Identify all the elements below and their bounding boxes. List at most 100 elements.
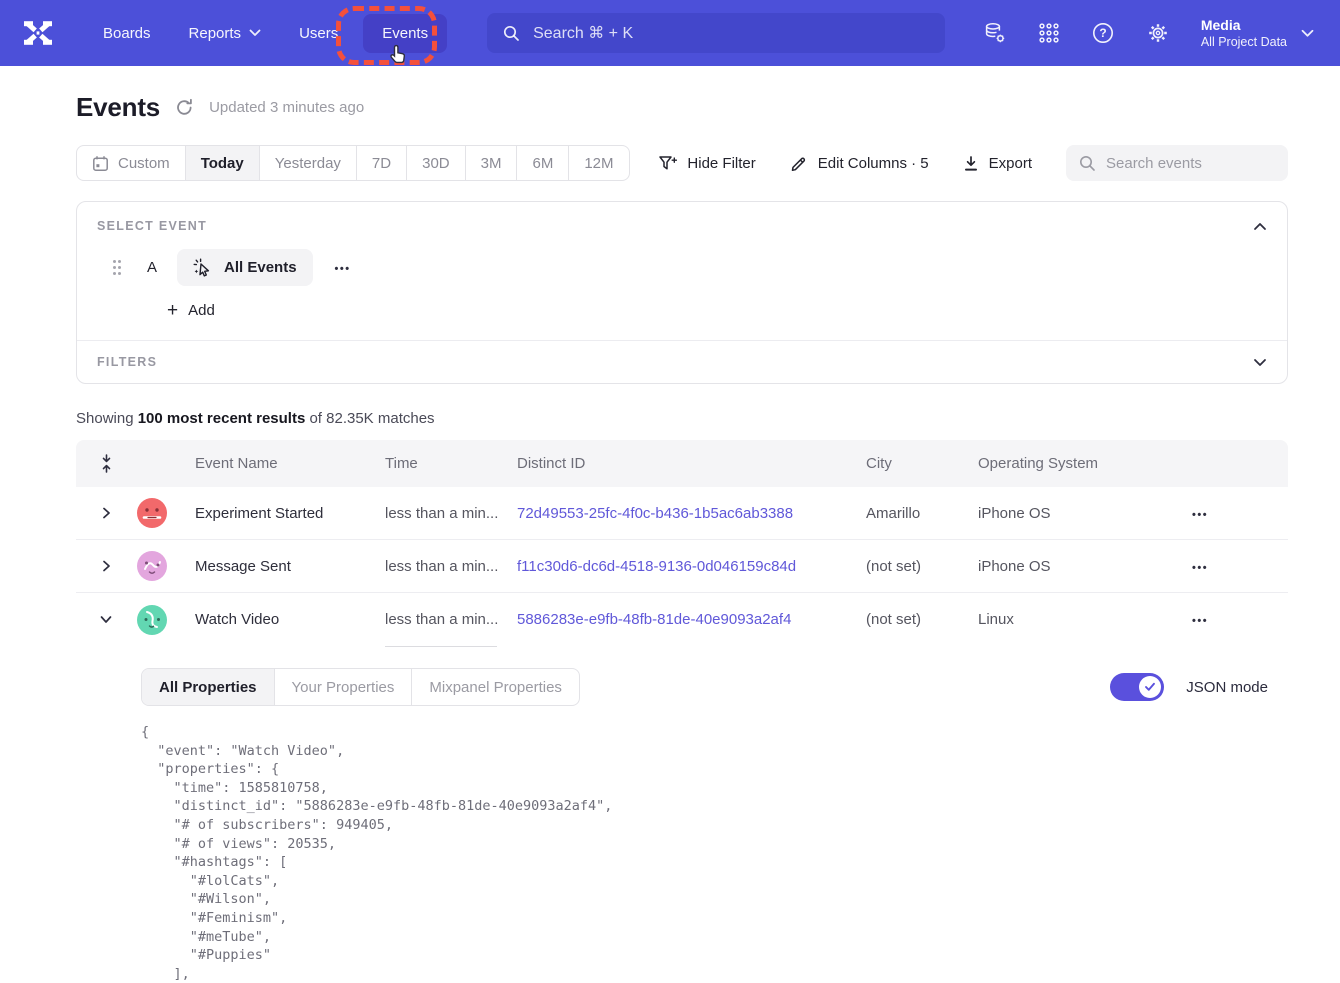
date-option-30d[interactable]: 30D <box>407 146 466 180</box>
nav-item-label: Events <box>382 25 428 42</box>
date-option-custom[interactable]: Custom <box>77 146 186 180</box>
date-option-label: 6M <box>532 155 553 172</box>
collapse-rows-icon[interactable] <box>76 454 136 473</box>
tab-all-properties[interactable]: All Properties <box>142 669 275 705</box>
event-chip-label: All Events <box>224 259 297 276</box>
date-option-label: 3M <box>481 155 502 172</box>
date-option-today[interactable]: Today <box>186 146 260 180</box>
cell-event-name: Message Sent <box>195 558 385 575</box>
column-header-os[interactable]: Operating System <box>978 455 1186 472</box>
time-column-divider <box>385 646 497 647</box>
refresh-icon[interactable] <box>175 98 194 117</box>
mixpanel-logo-icon[interactable] <box>22 18 54 48</box>
help-glyph: ? <box>1099 26 1106 40</box>
export-label: Export <box>989 155 1032 172</box>
date-option-label: 30D <box>422 155 450 172</box>
export-button[interactable]: Export <box>963 155 1032 172</box>
event-sparkle-cursor-icon <box>193 258 213 278</box>
column-header-city[interactable]: City <box>866 455 978 472</box>
cell-city: (not set) <box>866 558 978 575</box>
chevron-right-icon[interactable] <box>76 507 136 519</box>
tab-mixpanel-properties[interactable]: Mixpanel Properties <box>412 669 579 705</box>
chevron-down-icon <box>1301 29 1314 38</box>
cell-distinct-id-link[interactable]: 5886283e-e9fb-48fb-81de-40e9093a2af4 <box>517 611 866 628</box>
table-header-row: Event Name Time Distinct ID City Operati… <box>76 440 1288 487</box>
add-event-label: Add <box>188 302 215 319</box>
event-row-letter: A <box>147 259 157 276</box>
column-header-time[interactable]: Time <box>385 455 517 472</box>
date-option-3m[interactable]: 3M <box>466 146 518 180</box>
global-search-placeholder: Search ⌘ + K <box>533 23 633 43</box>
tab-label: All Properties <box>159 679 257 696</box>
filters-section[interactable]: FILTERS <box>77 340 1287 383</box>
table-row[interactable]: Message Sent less than a min... f11c30d6… <box>76 540 1288 593</box>
table-row[interactable]: Experiment Started less than a min... 72… <box>76 487 1288 540</box>
properties-tabs: All Properties Your Properties Mixpanel … <box>141 668 580 706</box>
page-title: Events <box>76 92 160 123</box>
nav-item-users[interactable]: Users <box>280 14 357 53</box>
plus-icon: + <box>167 301 178 320</box>
query-builder-card: SELECT EVENT A <box>76 201 1288 384</box>
cell-time: less than a min... <box>385 611 517 628</box>
table-row[interactable]: Watch Video less than a min... 5886283e-… <box>76 593 1288 646</box>
tab-your-properties[interactable]: Your Properties <box>275 669 413 705</box>
chevron-down-icon[interactable] <box>76 614 136 625</box>
row-more-button[interactable]: ••• <box>1186 611 1288 628</box>
chevron-right-icon[interactable] <box>76 560 136 572</box>
hide-filter-label: Hide Filter <box>687 155 755 172</box>
date-option-7d[interactable]: 7D <box>357 146 407 180</box>
search-icon <box>1079 155 1096 172</box>
date-option-yesterday[interactable]: Yesterday <box>260 146 357 180</box>
event-more-button[interactable]: ••• <box>335 259 351 277</box>
row-more-button[interactable]: ••• <box>1186 505 1288 522</box>
edit-columns-label: Edit Columns · 5 <box>818 155 929 172</box>
column-header-event-name[interactable]: Event Name <box>195 455 385 472</box>
row-detail-panel: All Properties Your Properties Mixpanel … <box>76 646 1288 983</box>
date-option-6m[interactable]: 6M <box>517 146 569 180</box>
settings-gear-icon[interactable] <box>1146 21 1170 45</box>
chevron-down-icon[interactable] <box>1253 358 1267 367</box>
search-events-input[interactable]: Search events <box>1066 145 1288 181</box>
cell-os: iPhone OS <box>978 505 1186 522</box>
avatar <box>136 550 195 582</box>
date-range-control: Custom Today Yesterday 7D 30D 3M 6M 12M <box>76 145 630 181</box>
add-event-button[interactable]: + Add <box>167 301 215 320</box>
check-icon <box>1144 682 1156 692</box>
help-icon[interactable]: ? <box>1091 21 1115 45</box>
chevron-up-icon[interactable] <box>1253 222 1267 231</box>
results-prefix: Showing <box>76 410 138 427</box>
cell-time: less than a min... <box>385 558 517 575</box>
row-more-button[interactable]: ••• <box>1186 558 1288 575</box>
project-switcher[interactable]: Media All Project Data <box>1201 16 1314 50</box>
cell-distinct-id-link[interactable]: 72d49553-25fc-4f0c-b436-1b5ac6ab3388 <box>517 505 866 522</box>
nav-item-label: Reports <box>189 25 242 42</box>
updated-timestamp: Updated 3 minutes ago <box>209 99 364 116</box>
apps-grid-icon[interactable] <box>1038 22 1060 44</box>
hide-filter-button[interactable]: Hide Filter <box>658 155 755 172</box>
json-mode-toggle[interactable] <box>1110 673 1164 701</box>
tab-label: Your Properties <box>292 679 395 696</box>
download-icon <box>963 155 979 172</box>
nav-item-events[interactable]: Events <box>363 14 447 53</box>
search-events-placeholder: Search events <box>1106 155 1202 172</box>
more-icon: ••• <box>335 263 351 275</box>
column-header-distinct-id[interactable]: Distinct ID <box>517 455 866 472</box>
date-option-label: 12M <box>584 155 613 172</box>
date-option-12m[interactable]: 12M <box>569 146 628 180</box>
cell-os: Linux <box>978 611 1186 628</box>
tab-label: Mixpanel Properties <box>429 679 562 696</box>
project-scope: All Project Data <box>1201 34 1287 50</box>
select-event-section: SELECT EVENT A <box>77 202 1287 340</box>
more-icon: ••• <box>1192 615 1208 627</box>
nav-item-reports[interactable]: Reports <box>170 14 281 53</box>
cell-distinct-id-link[interactable]: f11c30d6-dc6d-4518-9136-0d046159c84d <box>517 558 866 575</box>
data-management-icon[interactable] <box>983 21 1007 45</box>
global-search-input[interactable]: Search ⌘ + K <box>487 13 945 53</box>
edit-columns-button[interactable]: Edit Columns · 5 <box>790 154 929 172</box>
cell-city: Amarillo <box>866 505 978 522</box>
nav-item-label: Boards <box>103 25 151 42</box>
nav-item-boards[interactable]: Boards <box>84 14 170 53</box>
drag-handle-icon[interactable] <box>112 259 122 276</box>
calendar-icon <box>92 155 109 172</box>
event-selector-chip[interactable]: All Events <box>177 249 313 286</box>
